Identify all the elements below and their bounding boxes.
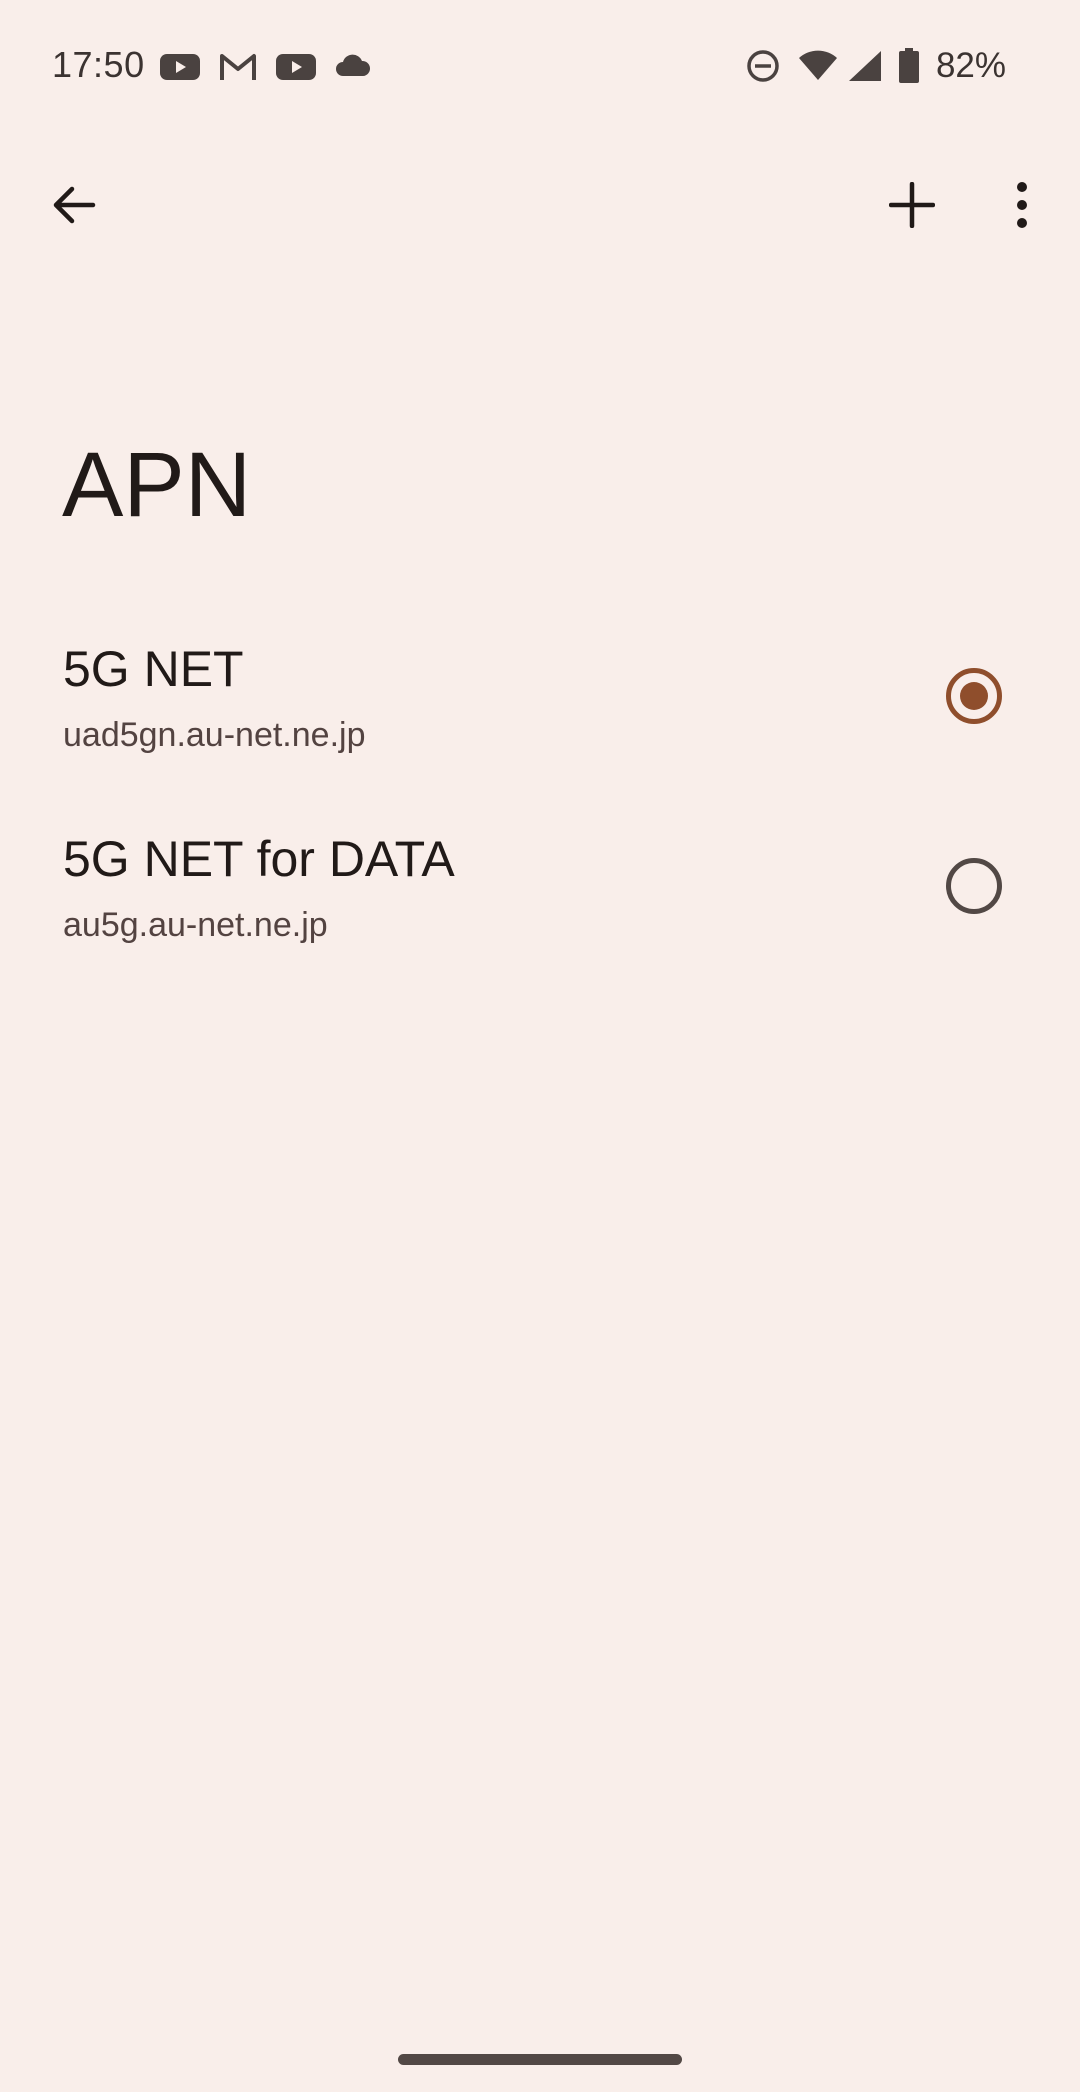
status-time: 17:50 <box>52 44 145 85</box>
plus-icon <box>889 182 935 228</box>
more-vert-icon <box>1014 182 1030 228</box>
apn-address: uad5gn.au-net.ne.jp <box>63 716 366 754</box>
gesture-nav-handle[interactable] <box>398 2054 682 2065</box>
youtube-icon <box>160 52 200 82</box>
add-apn-button[interactable] <box>864 150 960 260</box>
cloud-icon <box>334 52 372 82</box>
apn-item[interactable]: 5G NET for DATA au5g.au-net.ne.jp <box>0 802 1080 992</box>
do-not-disturb-icon <box>746 49 780 83</box>
signal-icon <box>848 50 882 82</box>
top-app-bar <box>0 150 1080 260</box>
battery-icon <box>898 48 920 84</box>
apn-list: 5G NET uad5gn.au-net.ne.jp 5G NET for DA… <box>0 612 1080 992</box>
arrow-back-icon <box>51 182 97 228</box>
back-button[interactable] <box>26 150 122 260</box>
apn-address: au5g.au-net.ne.jp <box>63 906 328 944</box>
page-title: APN <box>62 434 252 536</box>
apn-radio-unselected[interactable] <box>946 858 1002 914</box>
status-bar: 17:50 82% <box>0 0 1080 132</box>
notification-icons <box>160 50 372 84</box>
more-options-button[interactable] <box>974 150 1070 260</box>
apn-name: 5G NET for DATA <box>63 831 455 887</box>
apn-radio-selected[interactable] <box>946 668 1002 724</box>
apn-name: 5G NET <box>63 641 244 697</box>
radio-dot <box>960 682 988 710</box>
apn-item[interactable]: 5G NET uad5gn.au-net.ne.jp <box>0 612 1080 802</box>
system-icons: 82% <box>746 46 1006 86</box>
battery-percent: 82% <box>935 46 1006 85</box>
youtube-icon <box>276 52 316 82</box>
wifi-icon <box>798 50 838 82</box>
gmail-icon <box>218 52 258 82</box>
